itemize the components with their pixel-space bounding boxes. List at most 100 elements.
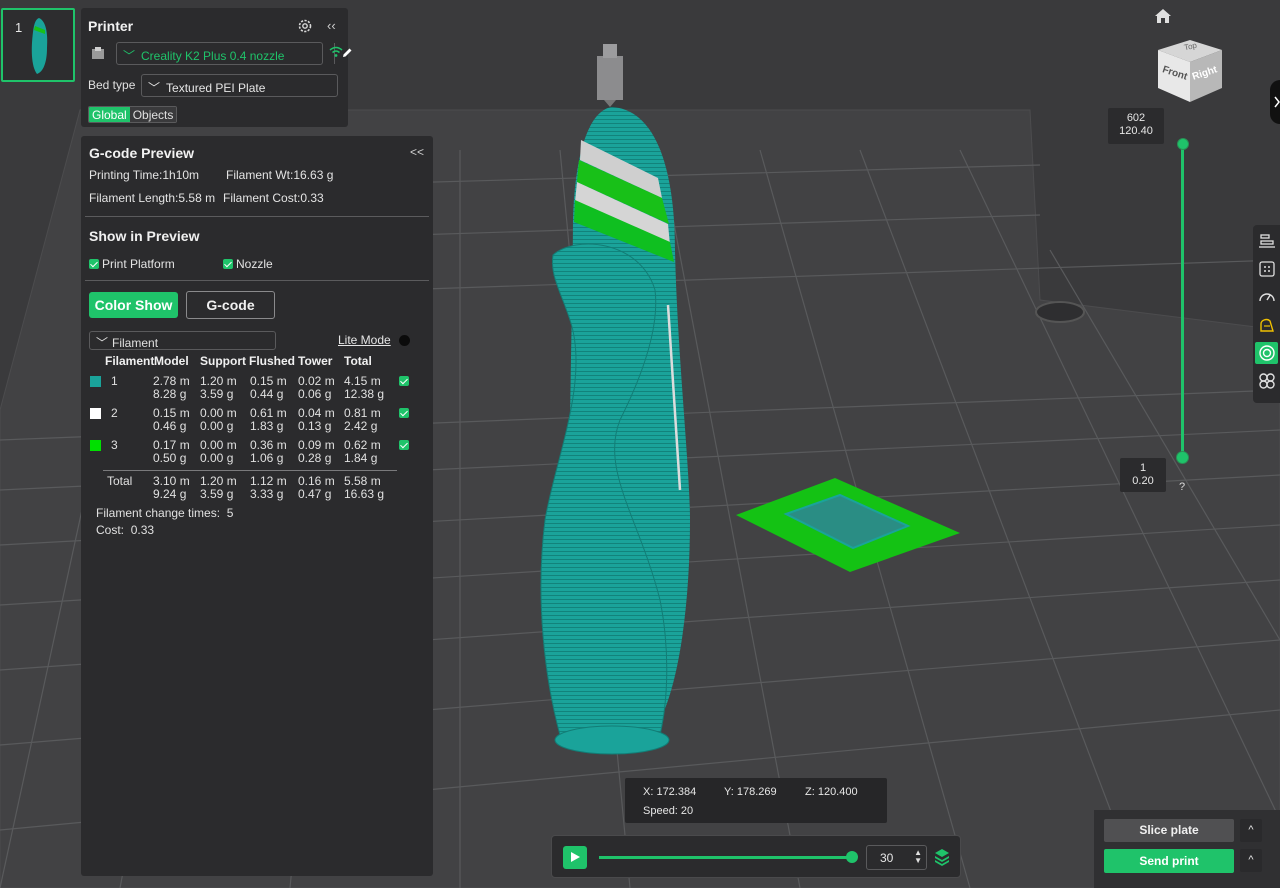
assembly-tool[interactable] xyxy=(1255,370,1278,392)
chevron-down-icon: ﹀ xyxy=(123,49,136,63)
playback-bar: 30 ▲ ▼ xyxy=(551,835,961,878)
plate-number: 1 xyxy=(15,20,23,35)
printer-icon xyxy=(92,47,104,59)
home-icon[interactable] xyxy=(1155,9,1171,23)
playback-speed-value: 30 xyxy=(880,851,894,865)
chevron-down-icon: ﹀ xyxy=(148,81,161,95)
filament-color-swatch xyxy=(90,440,101,451)
top-layer-label: 602 120.40 xyxy=(1108,108,1164,144)
model-weight: 9.24 g xyxy=(153,487,187,501)
printer-panel: Printer ‹‹ ﹀ Creality K2 Plus 0.4 nozzle … xyxy=(81,8,352,127)
cost-value: 0.33 xyxy=(130,523,155,537)
slice-options-button[interactable]: ^ xyxy=(1240,819,1262,842)
slice-plate-button[interactable]: Slice plate xyxy=(1104,819,1234,842)
top-layer-height: 120.40 xyxy=(1119,125,1153,137)
color-show-button[interactable]: Color Show xyxy=(89,292,178,318)
view-cube[interactable]: Top Front Right xyxy=(1150,36,1230,108)
bottom-layer-label: 1 0.20 xyxy=(1120,458,1166,492)
filament-visible-checkbox[interactable] xyxy=(399,408,409,418)
plate-thumbnail[interactable]: 1 xyxy=(1,8,75,82)
column-header-support: Support xyxy=(200,354,246,368)
collapse-panel-button[interactable]: ‹‹ xyxy=(327,18,336,33)
collapse-preview-button[interactable]: << xyxy=(410,145,424,159)
layers-icon[interactable] xyxy=(934,848,950,866)
cost: Cost: 0.33 xyxy=(96,524,154,537)
tab-global[interactable]: Global xyxy=(89,107,130,122)
tower-weight: 0.47 g xyxy=(298,487,332,501)
gcode-preview-title: G-code Preview xyxy=(89,145,195,161)
chevron-right-icon xyxy=(1274,96,1280,108)
move-slider-handle[interactable] xyxy=(846,851,858,863)
view-type-value: Filament xyxy=(112,336,159,350)
view-toolbar xyxy=(1253,225,1280,403)
play-button[interactable] xyxy=(563,846,587,869)
chevron-down-icon: ﹀ xyxy=(96,336,109,350)
filament-id: 2 xyxy=(111,406,118,420)
printer-panel-title: Printer xyxy=(88,18,134,34)
gcode-button[interactable]: G-code xyxy=(186,291,275,319)
column-header-model: Model xyxy=(154,354,189,368)
layout-tool[interactable] xyxy=(1255,230,1278,252)
filament-length: Filament Length:5.58 m xyxy=(89,191,216,205)
support-weight: 0.00 g xyxy=(200,419,234,433)
view-type-select[interactable]: ﹀ Filament xyxy=(89,331,276,350)
filament-visible-checkbox[interactable] xyxy=(399,440,409,450)
column-header-filament: Filament xyxy=(105,354,155,368)
bed-type-select[interactable]: ﹀ Textured PEI Plate xyxy=(141,74,338,97)
flushed-weight: 1.83 g xyxy=(250,419,284,433)
print-actions: Slice plate ^ Send print ^ xyxy=(1094,810,1280,888)
tower-weight: 0.06 g xyxy=(298,387,332,401)
support-paint-tool[interactable] xyxy=(1255,314,1278,336)
y-coordinate: Y: 178.269 xyxy=(724,786,777,798)
stepper-arrows-icon[interactable]: ▲ ▼ xyxy=(914,849,922,865)
filament-weight: Filament Wt:16.63 g xyxy=(226,168,334,182)
bottom-layer-number: 1 xyxy=(1139,462,1147,474)
cost-label: Cost: xyxy=(96,523,125,537)
top-layer-number: 602 xyxy=(1126,112,1146,124)
divider xyxy=(85,280,429,281)
nozzle-checkbox[interactable]: Nozzle xyxy=(223,257,273,271)
tab-objects[interactable]: Objects xyxy=(129,107,177,122)
total-row-label: Total xyxy=(107,474,133,488)
clover-icon xyxy=(1258,373,1275,389)
x-coordinate: X: 172.384 xyxy=(643,786,697,798)
expand-right-panel-button[interactable] xyxy=(1270,80,1280,124)
filament-id: 3 xyxy=(111,438,118,452)
lite-mode-label[interactable]: Lite Mode xyxy=(338,333,391,347)
lite-mode-toggle[interactable] xyxy=(399,335,410,346)
color-paint-tool[interactable] xyxy=(1255,342,1278,364)
flushed-weight: 3.33 g xyxy=(250,487,284,501)
gear-icon[interactable] xyxy=(297,18,313,34)
send-print-button[interactable]: Send print xyxy=(1104,849,1234,873)
total-weight: 12.38 g xyxy=(344,387,385,401)
filament-cost: Filament Cost:0.33 xyxy=(223,191,324,205)
layer-slider-top-handle[interactable] xyxy=(1177,138,1189,150)
print-platform-checkbox[interactable]: Print Platform xyxy=(89,257,175,271)
grid-select-icon xyxy=(1258,261,1275,277)
divider xyxy=(85,216,429,217)
speed-tool[interactable] xyxy=(1255,286,1278,308)
model-weight: 0.50 g xyxy=(153,451,187,465)
move-slider-track[interactable] xyxy=(599,856,851,859)
column-header-total: Total xyxy=(344,354,372,368)
checkbox-checked-icon xyxy=(89,259,99,269)
printer-select[interactable]: ﹀ Creality K2 Plus 0.4 nozzle xyxy=(116,42,352,65)
filament-id: 1 xyxy=(111,374,118,388)
target-icon xyxy=(1258,345,1275,361)
send-options-button[interactable]: ^ xyxy=(1240,849,1262,872)
show-in-preview-title: Show in Preview xyxy=(89,228,200,244)
arrange-tool[interactable] xyxy=(1255,258,1278,280)
position-readout: X: 172.384 Y: 178.269 Z: 120.400 Speed: … xyxy=(625,778,887,823)
layer-slider-help[interactable]: ? xyxy=(1179,481,1185,493)
filament-visible-checkbox[interactable] xyxy=(399,376,409,386)
tower-weight: 0.28 g xyxy=(298,451,332,465)
flushed-weight: 1.06 g xyxy=(250,451,284,465)
total-weight: 1.84 g xyxy=(344,451,378,465)
support-weight: 0.00 g xyxy=(200,451,234,465)
layer-slider-bottom-handle[interactable] xyxy=(1176,451,1189,464)
support-weight: 3.59 g xyxy=(200,487,234,501)
support-icon xyxy=(1259,318,1274,332)
filament-change-times: Filament change times: 5 xyxy=(96,507,233,520)
layer-slider-track[interactable] xyxy=(1181,144,1184,458)
playback-speed-stepper[interactable]: 30 ▲ ▼ xyxy=(866,845,927,870)
